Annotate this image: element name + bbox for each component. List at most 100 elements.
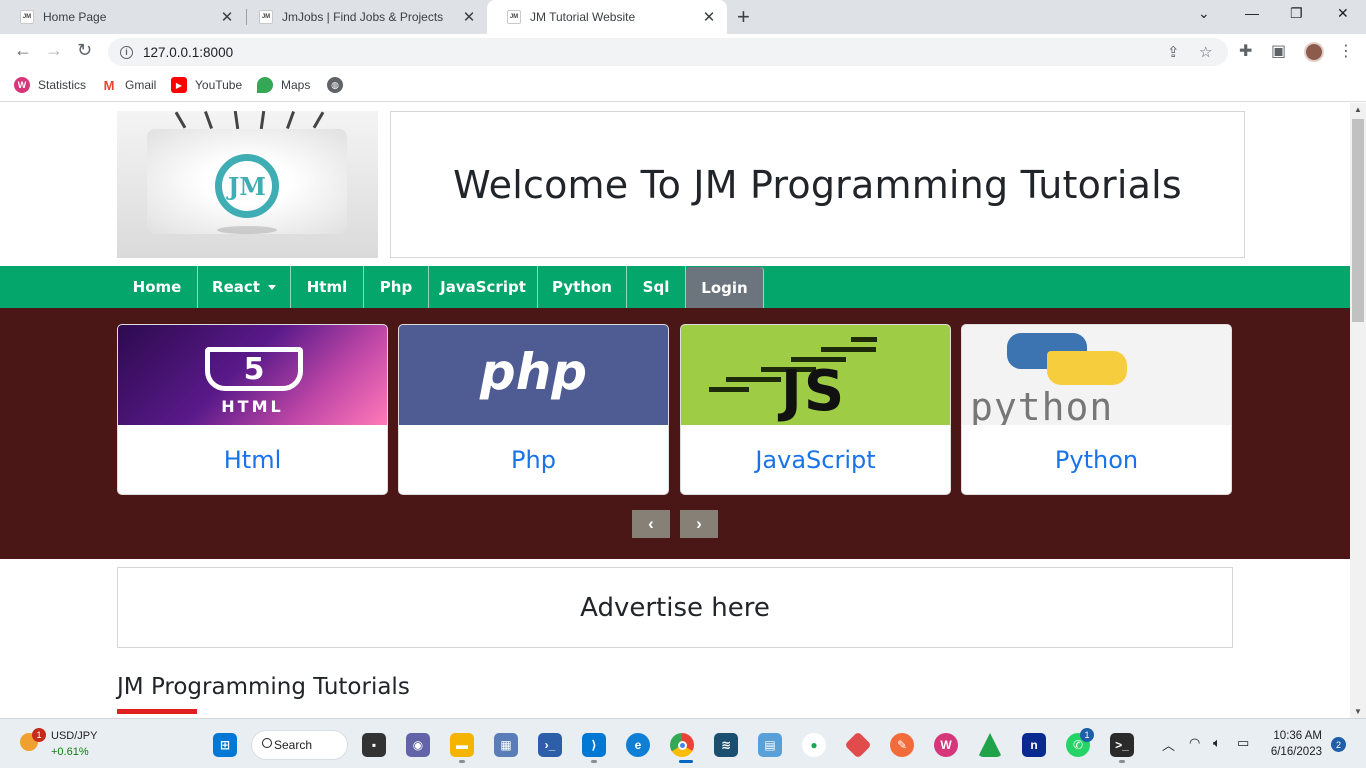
chrome-icon[interactable]: [670, 733, 694, 757]
extensions-icon[interactable]: ✚: [1239, 41, 1252, 61]
bookmark-star-icon[interactable]: ☆: [1199, 43, 1212, 61]
nav-python[interactable]: Python: [538, 266, 627, 308]
android-studio-icon[interactable]: [978, 733, 1002, 757]
web-page: JM Welcome To JM Programming Tutorials H…: [0, 103, 1350, 718]
active-indicator: [679, 760, 693, 763]
tab-search-icon[interactable]: ⌄: [1198, 5, 1210, 22]
teams-chat-icon[interactable]: ◉: [406, 733, 430, 757]
minimize-icon[interactable]: —: [1245, 5, 1259, 21]
close-icon[interactable]: ✕: [461, 8, 477, 26]
new-tab-button[interactable]: +: [737, 4, 750, 30]
python-snake-yellow: [1047, 351, 1127, 385]
tab-home-page[interactable]: JM Home Page ✕: [0, 0, 245, 34]
nav-html[interactable]: Html: [291, 266, 364, 308]
logo-decoration: [204, 111, 213, 129]
edge-icon[interactable]: e: [626, 733, 650, 757]
nav-react-label: React: [212, 278, 260, 296]
bookmark-globe[interactable]: ◍: [327, 77, 351, 93]
market-badge: 1: [32, 728, 46, 742]
mongodb-icon[interactable]: ●: [802, 733, 826, 757]
carousel-prev-button[interactable]: ‹: [632, 510, 670, 538]
search-icon: [262, 738, 272, 748]
advert-box[interactable]: Advertise here: [117, 567, 1233, 648]
jm-favicon: JM: [259, 10, 273, 24]
tab-jmjobs[interactable]: JM JmJobs | Find Jobs & Projects ✕: [239, 0, 487, 34]
html5-shield-icon: 5: [205, 347, 303, 391]
scroll-down-icon[interactable]: ▼: [1354, 707, 1362, 716]
taskbar-search[interactable]: Search: [251, 730, 348, 760]
powershell-icon[interactable]: ›_: [538, 733, 562, 757]
nav-login[interactable]: Login: [686, 267, 764, 308]
back-icon[interactable]: ←: [14, 40, 32, 61]
task-view-icon[interactable]: ▪: [362, 733, 386, 757]
windows-start-icon[interactable]: ⊞: [213, 733, 237, 757]
volume-icon[interactable]: 🔈︎: [1213, 735, 1221, 751]
running-indicator: [459, 760, 465, 763]
terminal-icon[interactable]: >_: [1110, 733, 1134, 757]
python-logo: python: [970, 385, 1114, 425]
maps-icon: [257, 77, 273, 93]
network-app-icon[interactable]: ▦: [494, 733, 518, 757]
card-title[interactable]: JavaScript: [681, 425, 950, 494]
section-title: JM Programming Tutorials: [117, 674, 410, 700]
clock[interactable]: 10:36 AM 6/16/2023: [1264, 728, 1322, 760]
main-navbar: Home React Html Php JavaScript Python Sq…: [0, 266, 1350, 308]
remote-desktop-icon[interactable]: ▤: [758, 733, 782, 757]
youtube-icon: ▶: [171, 77, 187, 93]
tab-title: Home Page: [43, 10, 107, 24]
scrollbar-thumb[interactable]: [1352, 119, 1364, 322]
scroll-up-icon[interactable]: ▲: [1354, 105, 1362, 114]
forward-icon[interactable]: →: [45, 40, 63, 61]
advert-text: Advertise here: [580, 592, 770, 623]
logo-decoration: [286, 111, 295, 129]
postman-icon[interactable]: ✎: [890, 733, 914, 757]
notification-badge[interactable]: 2: [1331, 737, 1346, 752]
card-php[interactable]: php Php: [398, 324, 669, 495]
card-title[interactable]: Python: [962, 425, 1231, 494]
logo-decoration: [259, 111, 266, 130]
nav-javascript[interactable]: JavaScript: [429, 266, 538, 308]
jm-logo-icon: JM: [215, 154, 279, 218]
sourcetree-icon[interactable]: [844, 731, 872, 759]
carousel-next-button[interactable]: ›: [680, 510, 718, 538]
wamp-icon[interactable]: W: [934, 733, 958, 757]
card-title[interactable]: Php: [399, 425, 668, 494]
battery-icon[interactable]: ▭: [1237, 735, 1249, 751]
close-icon[interactable]: ✕: [219, 8, 235, 26]
n-app-icon[interactable]: n: [1022, 733, 1046, 757]
site-logo[interactable]: JM: [117, 111, 378, 258]
bookmark-youtube[interactable]: ▶ YouTube: [171, 77, 242, 93]
reload-icon[interactable]: ↻: [77, 40, 92, 61]
nav-php[interactable]: Php: [364, 266, 429, 308]
jm-favicon: JM: [20, 10, 34, 24]
tab-jm-tutorial[interactable]: JM JM Tutorial Website ✕: [487, 0, 727, 34]
file-explorer-icon[interactable]: ▬: [450, 733, 474, 757]
wifi-icon[interactable]: ◠: [1189, 735, 1200, 751]
card-python[interactable]: python Python: [961, 324, 1232, 495]
page-scrollbar[interactable]: ▲ ▼: [1350, 103, 1366, 718]
card-title[interactable]: Html: [118, 425, 387, 494]
logo-decoration: [312, 111, 325, 129]
vscode-icon[interactable]: ⟩: [582, 733, 606, 757]
card-html[interactable]: 5 HTML Html: [117, 324, 388, 495]
address-bar[interactable]: i 127.0.0.1:8000: [108, 38, 1228, 66]
bookmark-maps[interactable]: Maps: [257, 77, 310, 93]
close-window-icon[interactable]: ✕: [1337, 5, 1349, 22]
bookmark-gmail[interactable]: M Gmail: [101, 77, 156, 93]
nav-home[interactable]: Home: [117, 266, 198, 308]
close-icon[interactable]: ✕: [701, 8, 717, 26]
nav-react[interactable]: React: [198, 266, 291, 308]
statistics-icon: W: [14, 77, 30, 93]
side-panel-icon[interactable]: ▣: [1271, 41, 1286, 61]
tray-overflow-icon[interactable]: ︿: [1162, 735, 1175, 754]
share-icon[interactable]: ⇪: [1167, 43, 1180, 61]
restore-icon[interactable]: ❐: [1290, 5, 1303, 22]
mysql-workbench-icon[interactable]: ≋: [714, 733, 738, 757]
bookmark-statistics[interactable]: W Statistics: [14, 77, 86, 93]
site-info-icon[interactable]: i: [120, 45, 133, 59]
card-javascript[interactable]: JS JavaScript: [680, 324, 951, 495]
nav-sql[interactable]: Sql: [627, 266, 686, 308]
avatar[interactable]: [1304, 42, 1324, 62]
menu-icon[interactable]: ⋮: [1338, 41, 1354, 61]
running-indicator: [1119, 760, 1125, 763]
